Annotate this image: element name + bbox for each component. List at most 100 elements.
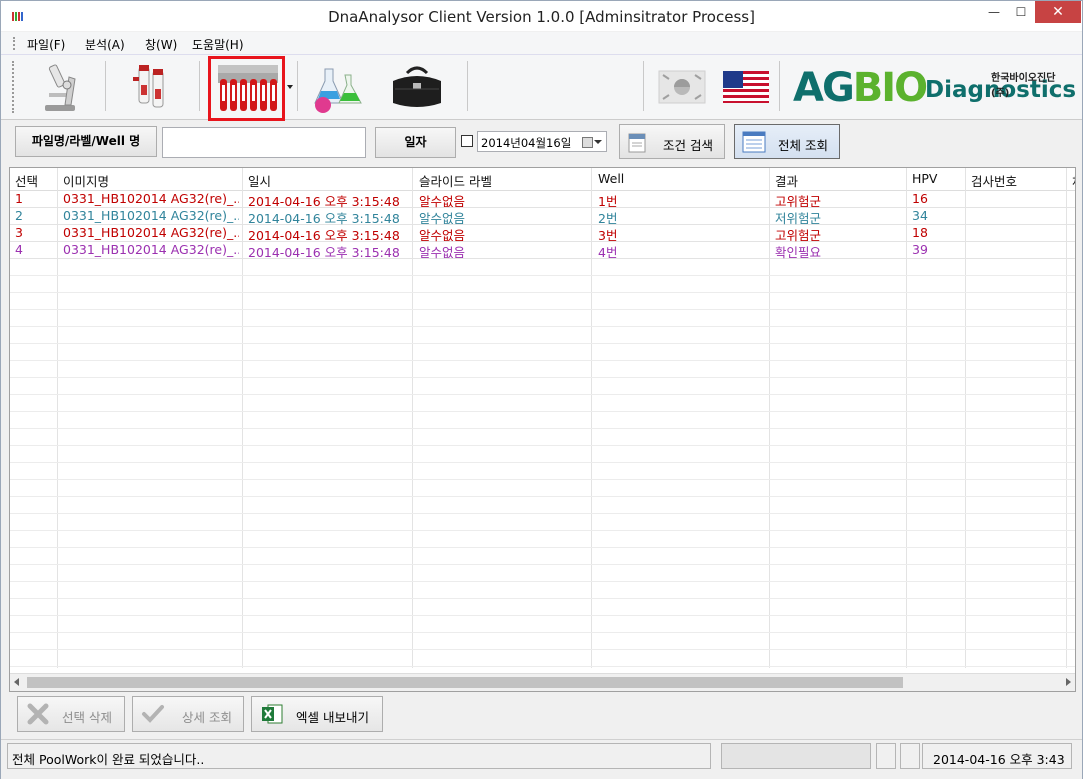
menu-window[interactable]: 창(W) <box>145 36 177 53</box>
table-cell: 18 <box>912 225 928 240</box>
column-header[interactable]: 슬라이드 라벨 <box>419 171 492 190</box>
column-header[interactable]: 일시 <box>248 171 271 190</box>
table-cell: 4 <box>15 242 23 257</box>
toolbar-grip <box>12 61 17 113</box>
empty-row <box>10 496 1075 514</box>
usa-flag-icon[interactable] <box>717 59 775 115</box>
empty-row <box>10 343 1075 361</box>
column-header[interactable]: 선택 <box>15 171 38 190</box>
status-datetime: 2014-04-16 오후 3:43 <box>933 752 1065 767</box>
scroll-left-icon[interactable] <box>14 678 19 686</box>
column-header[interactable]: Well <box>598 171 624 186</box>
table-row[interactable]: 3 0331_HB102014 AG32(re)_... 2014-04-16 오후… <box>10 224 1075 243</box>
korea-flag-icon[interactable] <box>653 59 711 115</box>
condition-search-button[interactable]: 조건 검색 <box>619 124 725 159</box>
table-cell: 34 <box>912 208 928 223</box>
empty-row <box>10 428 1075 446</box>
horizontal-scrollbar[interactable] <box>10 673 1075 691</box>
agbio-logo: AGBIO Diagnostics 한국바이오진단(주) <box>793 65 1077 111</box>
maximize-button[interactable]: ☐ <box>1008 1 1034 23</box>
toolbar-separator <box>467 61 468 111</box>
filename-label-button[interactable]: 파일명/라벨/Well 명 <box>15 126 157 157</box>
chevron-down-icon <box>594 140 602 144</box>
selected-tool-highlight <box>208 56 285 121</box>
checkmark-icon <box>142 705 164 723</box>
empty-row <box>10 411 1075 429</box>
calendar-icon <box>582 137 593 148</box>
empty-row <box>10 360 1075 378</box>
table-cell: 1 <box>15 191 23 206</box>
empty-row <box>10 377 1075 395</box>
table-row[interactable]: 1 0331_HB102014 AG32(re)_... 2014-04-16 오후… <box>10 190 1075 209</box>
menu-analysis[interactable]: 분석(A) <box>85 36 125 53</box>
table-row[interactable]: 2 0331_HB102014 AG32(re)_... 2014-04-16 오후… <box>10 207 1075 226</box>
toolbar-separator <box>297 61 298 111</box>
table-cell: 0331_HB102014 AG32(re)_... <box>63 242 239 257</box>
chevron-down-icon[interactable] <box>287 85 293 89</box>
flasks-icon[interactable] <box>305 59 373 115</box>
column-header[interactable]: 검사번호 <box>971 171 1017 190</box>
status-message-panel: 전체 PoolWork이 완료 되었습니다.. <box>7 743 711 769</box>
empty-row <box>10 649 1075 667</box>
scrollbar-thumb[interactable] <box>27 677 903 688</box>
window-title: DnaAnalysor Client Version 1.0.0 [Admins… <box>328 8 755 26</box>
date-checkbox[interactable] <box>461 135 473 147</box>
empty-row <box>10 530 1075 548</box>
empty-row <box>10 445 1075 463</box>
toolbar-separator <box>779 61 780 111</box>
date-picker[interactable]: 2014년04월16일 <box>477 131 607 152</box>
status-datetime-panel: 2014-04-16 오후 3:43 <box>922 743 1072 769</box>
close-button[interactable]: ✕ <box>1035 1 1081 23</box>
excel-icon <box>262 704 283 724</box>
minimize-button[interactable]: — <box>981 1 1007 23</box>
table-cell: 39 <box>912 242 928 257</box>
status-panel <box>876 743 896 769</box>
table-header: 선택 이미지명 일시 슬라이드 라벨 Well 결과 HPV 검사번호 체 <box>10 168 1075 191</box>
menu-help[interactable]: 도움말(H) <box>192 36 244 53</box>
empty-row <box>10 394 1075 412</box>
empty-row <box>10 258 1075 276</box>
date-button[interactable]: 일자 <box>375 127 456 158</box>
toolbar-separator <box>199 61 200 111</box>
title-bar: DnaAnalysor Client Version 1.0.0 [Admins… <box>1 1 1082 31</box>
empty-row <box>10 275 1075 293</box>
toolbar-separator <box>105 61 106 111</box>
microscope-icon[interactable] <box>25 59 93 115</box>
detail-view-button[interactable]: 상세 조회 <box>132 696 244 732</box>
table-list-icon <box>742 131 766 153</box>
delete-selected-button[interactable]: 선택 삭제 <box>17 696 125 732</box>
column-header[interactable]: HPV <box>912 171 938 186</box>
table-cell: 3 <box>15 225 23 240</box>
status-panel <box>900 743 920 769</box>
empty-row <box>10 479 1075 497</box>
status-message: 전체 PoolWork이 완료 되었습니다.. <box>12 752 205 767</box>
scroll-right-icon[interactable] <box>1066 678 1071 686</box>
empty-row <box>10 598 1075 616</box>
document-search-icon <box>628 133 646 153</box>
column-header[interactable]: 결과 <box>775 171 798 190</box>
column-header[interactable]: 체 <box>1072 171 1075 190</box>
empty-row <box>10 615 1075 633</box>
empty-row <box>10 462 1075 480</box>
table-cell: 0331_HB102014 AG32(re)_... <box>63 208 239 223</box>
results-table: 선택 이미지명 일시 슬라이드 라벨 Well 결과 HPV 검사번호 체 1 0… <box>9 167 1076 692</box>
empty-row <box>10 581 1075 599</box>
sample-tubes-icon[interactable] <box>119 59 187 115</box>
empty-row <box>10 326 1075 344</box>
toolbar-separator <box>643 61 644 111</box>
excel-export-button[interactable]: 엑셀 내보내기 <box>251 696 383 732</box>
progress-panel <box>721 743 871 769</box>
empty-row <box>10 513 1075 531</box>
empty-row <box>10 564 1075 582</box>
all-search-button[interactable]: 전체 조회 <box>734 124 840 159</box>
menu-bar: 파일(F) 분석(A) 창(W) 도움말(H) <box>1 32 1082 55</box>
menu-file[interactable]: 파일(F) <box>27 36 65 53</box>
table-row[interactable]: 4 0331_HB102014 AG32(re)_... 2014-04-16 오후… <box>10 241 1075 260</box>
doctor-bag-icon[interactable] <box>383 59 451 115</box>
empty-row <box>10 292 1075 310</box>
status-bar: 전체 PoolWork이 완료 되었습니다.. 2014-04-16 오후 3:… <box>1 739 1082 779</box>
table-cell: 16 <box>912 191 928 206</box>
column-header[interactable]: 이미지명 <box>63 171 109 190</box>
filename-search-input[interactable] <box>162 127 366 158</box>
empty-row <box>10 547 1075 565</box>
